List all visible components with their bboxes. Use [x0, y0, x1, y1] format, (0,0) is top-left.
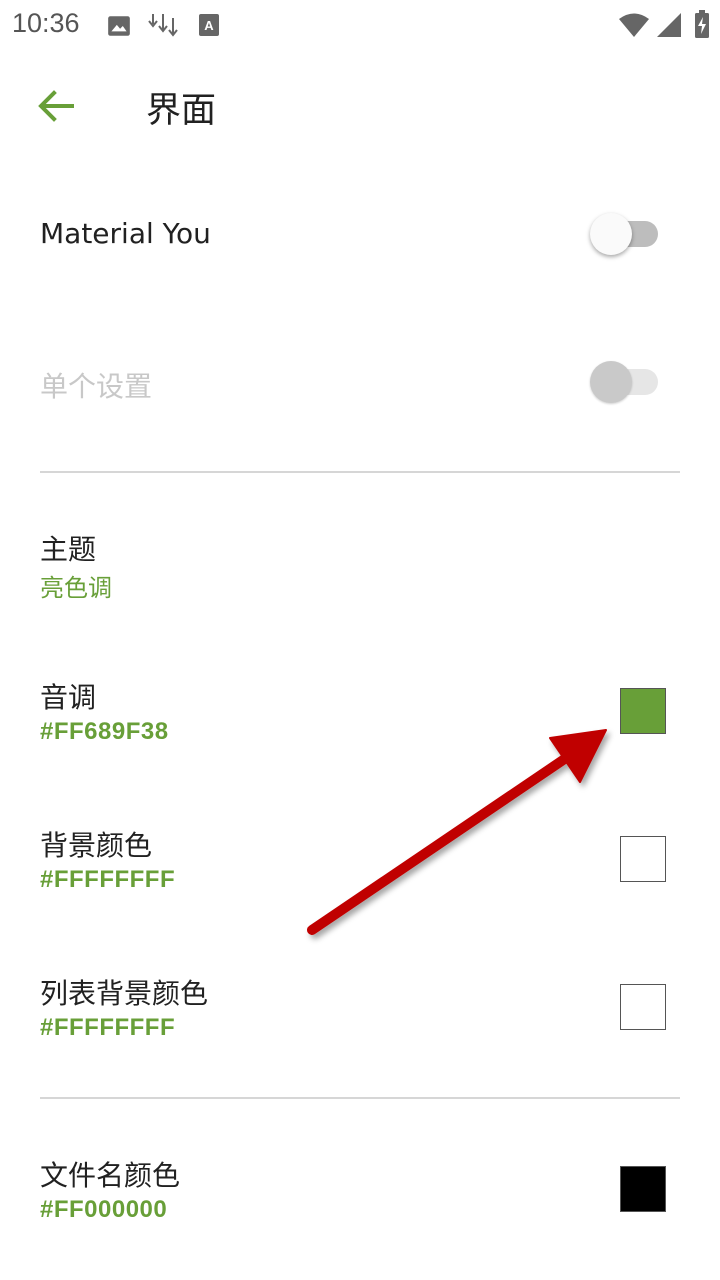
single-setting-label: 单个设置 [40, 370, 153, 403]
status-time: 10:36 [12, 8, 80, 38]
list-background-color-value: #FFFFFFFF [40, 1014, 176, 1041]
setting-theme[interactable]: 主题 亮色调 [0, 490, 720, 630]
back-button[interactable] [28, 78, 84, 134]
setting-tone[interactable]: 音调 #FF689F38 [0, 640, 720, 785]
background-color-value: #FFFFFFFF [40, 866, 176, 893]
file-name-color-swatch[interactable] [620, 1166, 666, 1212]
signal-icon [657, 13, 681, 37]
file-name-color-label: 文件名颜色 [40, 1159, 181, 1192]
single-setting-switch [590, 360, 660, 404]
list-background-color-label: 列表背景颜色 [40, 977, 209, 1010]
svg-text:A: A [204, 18, 214, 33]
tone-label: 音调 [40, 681, 97, 714]
material-you-switch[interactable] [590, 212, 660, 256]
theme-label: 主题 [40, 533, 97, 566]
setting-background-color[interactable]: 背景颜色 #FFFFFFFF [0, 788, 720, 933]
divider [40, 471, 680, 473]
background-color-label: 背景颜色 [40, 829, 153, 862]
list-background-color-swatch[interactable] [620, 984, 666, 1030]
tone-color-swatch[interactable] [620, 688, 666, 734]
status-bar: 10:36 A [0, 0, 720, 48]
divider [40, 1097, 680, 1099]
download-icon [148, 14, 178, 37]
setting-single: 单个设置 [0, 310, 720, 460]
page-title: 界面 [146, 91, 217, 131]
tone-value: #FF689F38 [40, 718, 169, 745]
toolbar: 界面 [0, 56, 720, 156]
arrow-left-icon [38, 90, 74, 122]
setting-file-name-color[interactable]: 文件名颜色 #FF000000 [0, 1118, 720, 1263]
material-you-label: Material You [40, 217, 211, 250]
battery-charging-icon [695, 10, 709, 38]
font-icon: A [199, 14, 219, 36]
background-color-swatch[interactable] [620, 836, 666, 882]
theme-value: 亮色调 [40, 574, 112, 602]
file-name-color-value: #FF000000 [40, 1196, 168, 1223]
image-icon [108, 16, 130, 36]
setting-material-you[interactable]: Material You [0, 160, 720, 310]
switch-thumb [590, 213, 632, 255]
wifi-icon [619, 13, 649, 37]
setting-list-background-color[interactable]: 列表背景颜色 #FFFFFFFF [0, 936, 720, 1081]
switch-thumb [590, 361, 632, 403]
